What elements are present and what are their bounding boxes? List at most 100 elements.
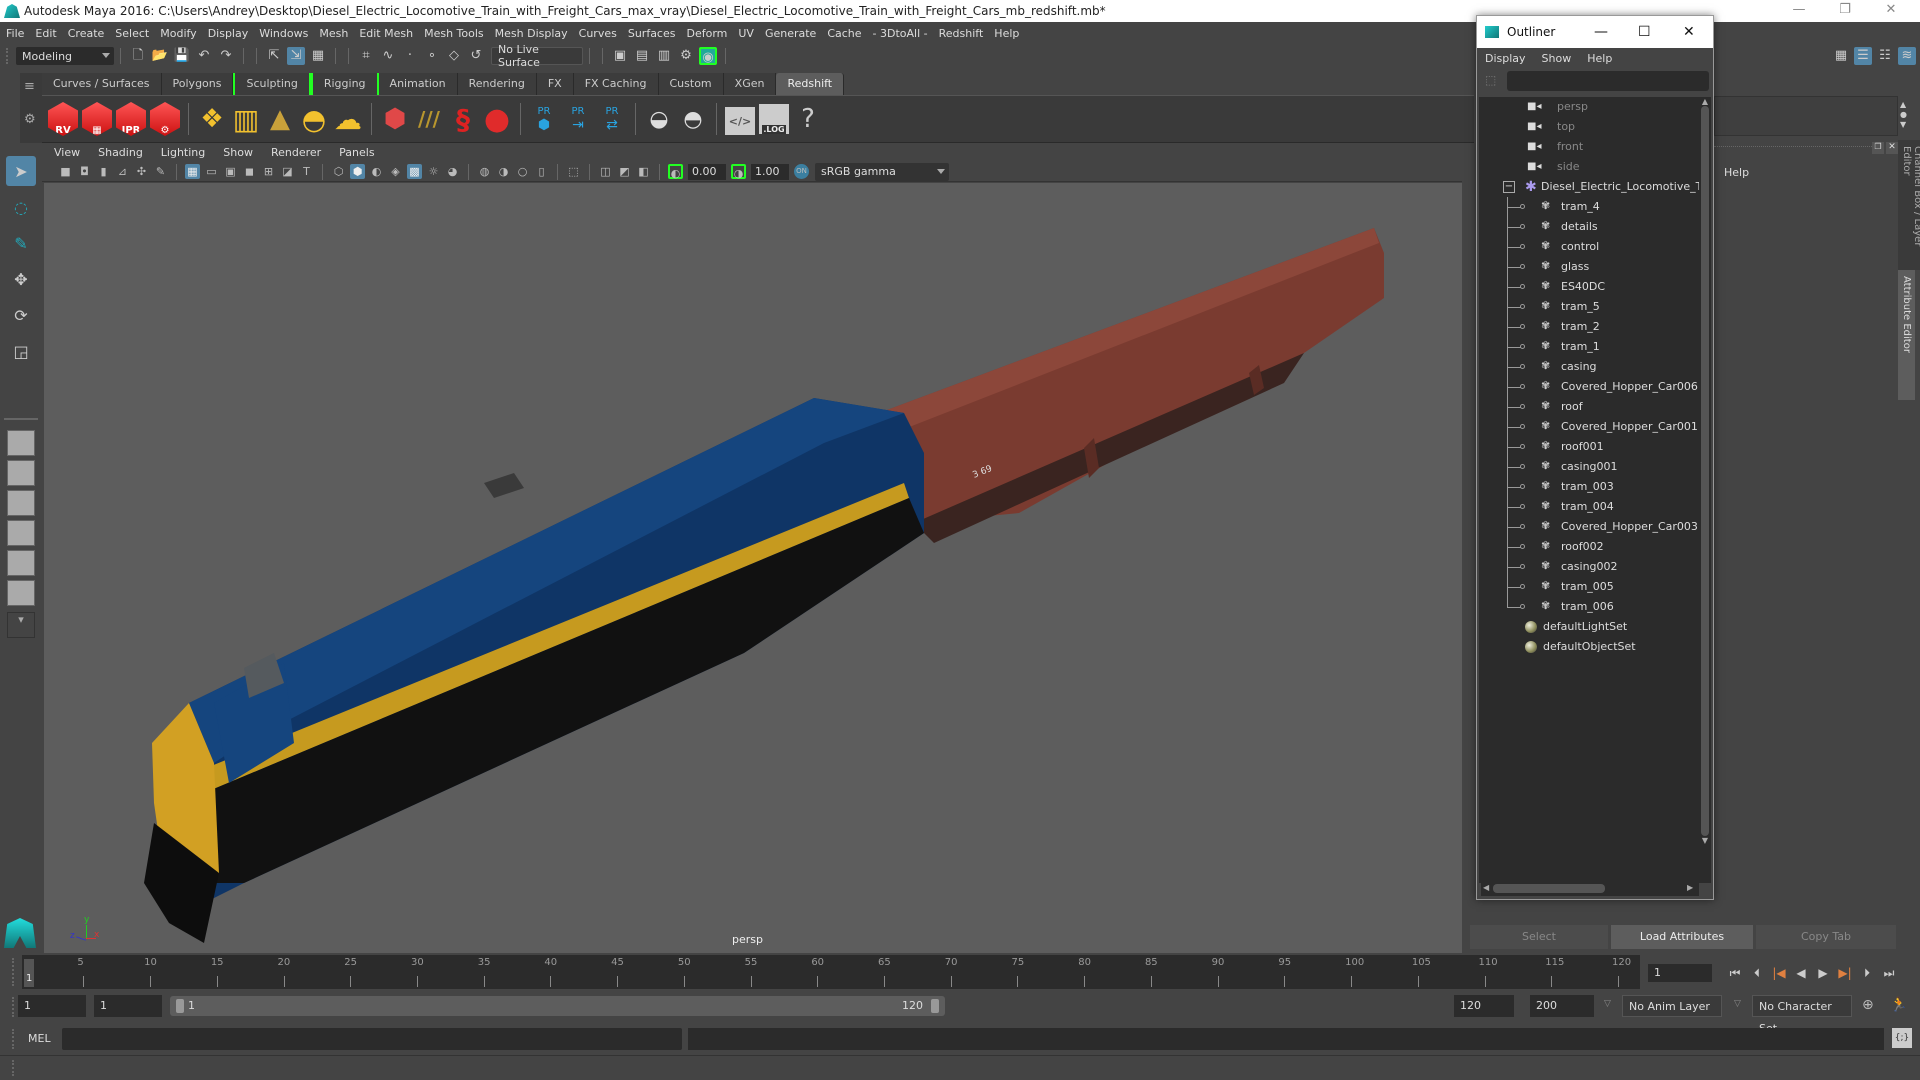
menu-edit-mesh[interactable]: Edit Mesh [359,27,413,40]
outliner-item-camera[interactable]: ■◂ persp [1479,97,1699,117]
redshift-batch-render-icon[interactable]: ▦ [82,102,112,136]
channel-box-toggle-icon[interactable]: ≋ [1898,47,1916,65]
anim-layer-dropdown[interactable]: No Anim Layer [1622,995,1722,1017]
menu-edit[interactable]: Edit [35,27,56,40]
outliner-item-set[interactable]: defaultLightSet [1479,617,1699,637]
playback-end-field[interactable]: 120 [1454,995,1514,1017]
outliner-item-mesh[interactable]: ✾ tram_2 [1479,317,1699,337]
outliner-horizontal-scrollbar[interactable]: ◀ ▶ [1481,882,1699,896]
redshift-bake-icon[interactable]: ◓ [678,102,708,136]
gamma-field[interactable]: 1.00 [751,163,789,180]
wireframe-icon[interactable]: ⬡ [331,164,346,179]
redshift-script-icon[interactable]: </> [725,107,755,135]
shelf-tab-fx[interactable]: FX [536,73,574,95]
anti-aliasing-icon[interactable]: ○ [515,164,530,179]
shadows-icon[interactable]: ◕ [445,164,460,179]
outliner-item-mesh[interactable]: ✾ Covered_Hopper_Car001 [1479,417,1699,437]
shelf-tab-rendering[interactable]: Rendering [457,73,537,95]
redshift-sun-sky-icon[interactable]: ☁ [333,102,363,136]
layout-single-perspective-icon[interactable] [7,430,35,456]
xray-icon[interactable]: ◫ [598,164,613,179]
undo-icon[interactable]: ↶ [195,47,213,65]
exposure-icon[interactable]: ◐ [668,164,683,180]
redshift-log-icon[interactable]: .LOG [759,104,789,134]
shelf-tab-curves-surfaces[interactable]: Curves / Surfaces [42,73,162,95]
layout-four-view-icon[interactable] [7,460,35,486]
help-icon[interactable]: ? [793,102,823,136]
exposure-field[interactable]: 0.00 [688,163,726,180]
xray-components-icon[interactable]: ◧ [636,164,651,179]
snap-curve-icon[interactable]: ∿ [379,47,397,65]
menu-mesh[interactable]: Mesh [319,27,348,40]
outliner-item-mesh[interactable]: ✾ tram_006 [1479,597,1699,617]
shelf-gear-icon[interactable]: ⚙ [24,112,38,127]
select-tool-icon[interactable]: ➤ [6,156,36,186]
range-start-handle[interactable] [176,999,184,1013]
menu-create[interactable]: Create [68,27,105,40]
menu-cache[interactable]: Cache [827,27,861,40]
panel-menu-view[interactable]: View [54,146,80,159]
grid-icon[interactable]: ▦ [185,164,200,179]
outliner-item-mesh[interactable]: ✾ tram_5 [1479,297,1699,317]
shelf-tab-custom[interactable]: Custom [658,73,724,95]
snap-live-icon[interactable]: ◇ [445,47,463,65]
menu-3dtoall[interactable]: - 3DtoAll - [873,27,928,40]
go-to-start-icon[interactable]: ⏮ [1726,966,1744,981]
depth-of-field-icon[interactable]: ▯ [534,164,549,179]
menu-uv[interactable]: UV [738,27,754,40]
scroll-thumb[interactable] [1701,106,1709,836]
copy-tab-button[interactable]: Copy Tab [1756,925,1896,949]
collapse-icon[interactable]: − [1503,181,1515,193]
ipr-render-icon[interactable]: ▥ [655,47,673,65]
tab-attribute-editor[interactable]: Attribute Editor [1898,270,1915,400]
menu-redshift[interactable]: Redshift [939,27,984,40]
outliner-item-mesh[interactable]: ✾ roof [1479,397,1699,417]
outliner-item-root[interactable]: − ✱ Diesel_Electric_Locomotive_Trai [1479,177,1699,197]
redshift-spot-light-icon[interactable]: ▲ [265,102,295,136]
menu-windows[interactable]: Windows [259,27,308,40]
outliner-item-mesh[interactable]: ✾ tram_005 [1479,577,1699,597]
image-plane-icon[interactable]: ⊿ [115,164,130,179]
outliner-item-mesh[interactable]: ✾ ES40DC [1479,277,1699,297]
minimize-button[interactable]: — [1776,0,1822,22]
layout-persp-graph-outliner-icon[interactable] [7,580,35,606]
layout-persp-graph-icon[interactable] [7,520,35,546]
camera-attributes-icon[interactable]: ◘ [77,164,92,179]
redshift-proxy-export-icon[interactable]: PR ⇥ [563,102,593,136]
menu-display[interactable]: Display [208,27,249,40]
timeslider-grip[interactable] [12,958,16,986]
panel-grip[interactable] [1714,146,1880,147]
save-scene-icon[interactable]: 💾 [173,47,191,65]
command-language-toggle[interactable]: MEL [28,1032,51,1045]
animation-preferences-icon[interactable]: 🏃 [1890,997,1907,1013]
step-forward-frame-icon[interactable]: ▶| [1836,966,1854,980]
isolate-select-icon[interactable]: ⬚ [566,164,581,179]
select-by-component-icon[interactable]: ▦ [309,47,327,65]
redshift-hair-icon[interactable]: /// [414,102,444,136]
xray-joints-icon[interactable]: ◩ [617,164,632,179]
redshift-area-light-icon[interactable]: ❖ [197,102,227,136]
panel-menu-panels[interactable]: Panels [339,146,374,159]
new-scene-icon[interactable]: 🗋 [129,47,147,65]
wireframe-on-shaded-icon[interactable]: ◈ [388,164,403,179]
step-back-frame-icon[interactable]: |◀ [1770,966,1788,980]
outliner-item-mesh[interactable]: ✾ glass [1479,257,1699,277]
snap-view-plane-icon[interactable]: ∘ [423,47,441,65]
outliner-item-mesh[interactable]: ✾ roof001 [1479,437,1699,457]
field-chart-icon[interactable]: ⊞ [261,164,276,179]
menu-file[interactable]: File [6,27,24,40]
hypershade-icon[interactable]: ◉ [699,47,717,65]
menu-mesh-tools[interactable]: Mesh Tools [424,27,484,40]
step-back-key-icon[interactable]: ⏴ [1748,966,1766,981]
outliner-close-button[interactable]: ✕ [1683,24,1695,40]
character-set-dropdown[interactable]: No Character Set [1752,995,1852,1035]
snap-point-icon[interactable]: · [401,47,419,65]
bookmark-icon[interactable]: ▮ [96,164,111,179]
scale-tool-icon[interactable]: ◲ [6,336,36,366]
script-editor-icon[interactable]: {;} [1892,1028,1912,1048]
redshift-material-icon[interactable]: § [448,102,478,136]
redshift-proxy-swap-icon[interactable]: PR ⇄ [597,102,627,136]
panel-menu-lighting[interactable]: Lighting [161,146,205,159]
perspective-viewport[interactable]: 3 69 y x z [44,183,1462,953]
grease-pencil-icon[interactable]: ✎ [153,164,168,179]
